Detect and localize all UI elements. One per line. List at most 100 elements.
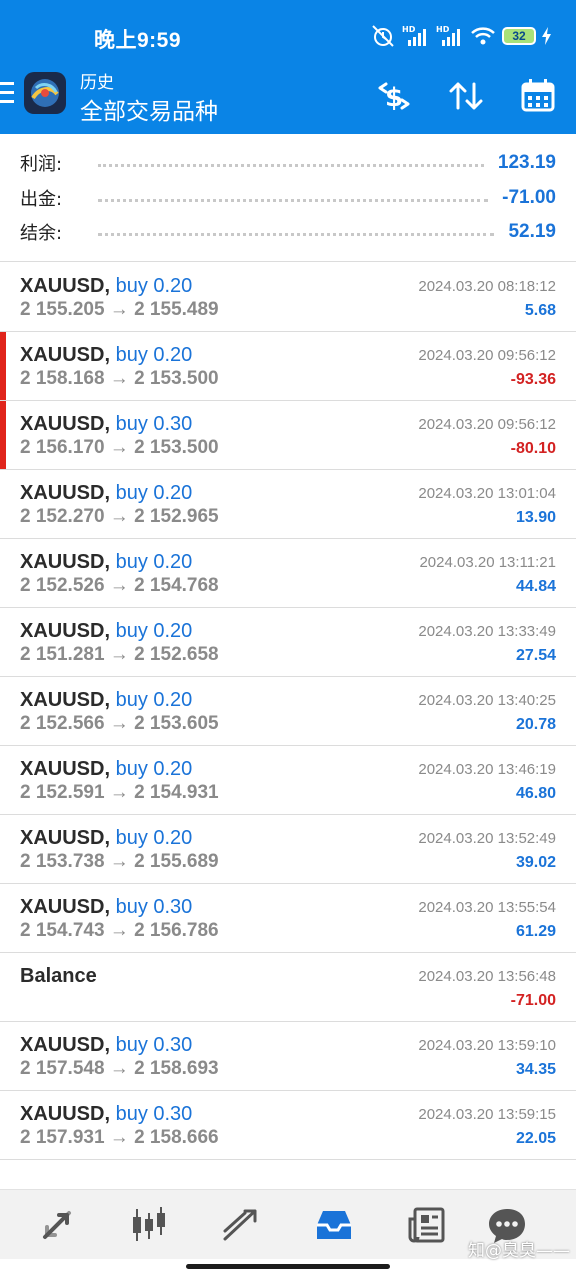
chart-icon[interactable] [126,1202,172,1248]
metatrader-logo-icon [31,79,59,107]
trade-symbol: XAUUSD, [20,482,111,504]
trade-profit: 27.54 [515,647,556,664]
trade-row[interactable]: XAUUSD, buy 0.20 2 152.270 → 2 152.965 202… [0,470,576,539]
trade-datetime: 2024.03.20 13:55:54 [418,899,556,916]
trade-profit: 44.84 [515,578,556,595]
app-logo [24,72,66,114]
summary-panel: 利润: 123.19 出金: -71.00 结余: 52.19 [0,134,576,262]
trade-side: buy 0.20 [115,620,193,642]
svg-text:HD: HD [402,25,416,34]
balance-label: 结余: [20,223,63,244]
trade-prices: 2 155.205 → 2 155.489 [20,299,219,320]
trade-symbol: XAUUSD, [20,1103,111,1125]
trade-row[interactable]: XAUUSD, buy 0.30 2 156.170 → 2 153.500 202… [0,401,576,470]
trade-datetime: 2024.03.20 13:33:49 [418,623,556,640]
trade-row[interactable]: XAUUSD, buy 0.20 2 158.168 → 2 153.500 202… [0,332,576,401]
dotted-leader [98,232,495,236]
trade-prices: 2 157.931 → 2 158.666 [20,1127,219,1148]
trade-profit: 13.90 [515,509,556,526]
dotted-leader [98,198,489,202]
trade-profit: 46.80 [515,785,556,802]
trade-prices: 2 157.548 → 2 158.693 [20,1058,219,1079]
dotted-leader [98,163,484,167]
trade-row[interactable]: XAUUSD, buy 0.30 2 157.548 → 2 158.693 202… [0,1022,576,1091]
watermark: 知@臭臭—— [468,1241,570,1261]
trade-icon[interactable] [218,1202,264,1248]
profit-value: 123.19 [497,152,556,173]
signal-hd-icon-2: HD [436,25,460,46]
trade-row[interactable]: XAUUSD, buy 0.20 2 153.738 → 2 155.689 202… [0,815,576,884]
trade-prices: 2 156.170 → 2 153.500 [20,437,219,458]
trade-symbol: XAUUSD, [20,551,111,573]
trade-profit: 22.05 [515,1130,556,1147]
trade-profit: -80.10 [510,440,556,457]
trade-datetime: 2024.03.20 13:40:25 [418,692,556,709]
history-icon[interactable] [311,1202,357,1248]
withdrawal-label: 出金: [20,189,63,210]
trade-row[interactable]: XAUUSD, buy 0.20 2 155.205 → 2 155.489 202… [0,263,576,332]
news-icon[interactable] [404,1202,450,1248]
trade-side: buy 0.30 [115,896,193,918]
trade-side: buy 0.20 [115,344,193,366]
trade-side: buy 0.30 [115,1103,193,1125]
svg-text:HD: HD [436,25,450,34]
trade-profit: 5.68 [524,302,556,319]
app-bar: 历史 全部交易品种 $ [0,62,576,134]
trade-datetime: 2024.03.20 13:56:48 [418,968,556,985]
trade-prices: 2 158.168 → 2 153.500 [20,368,219,389]
trade-profit: 39.02 [515,854,556,871]
trade-datetime: 2024.03.20 13:52:49 [418,830,556,847]
calendar-icon[interactable] [518,76,558,116]
status-icons: HD HD 32 [370,22,552,50]
trade-profit: -93.36 [510,371,556,388]
trade-symbol: XAUUSD, [20,1034,111,1056]
wifi-icon [471,27,495,45]
status-bar: 晚上9:59 HD HD 32 [0,0,576,62]
trade-profit: 34.35 [515,1061,556,1078]
trade-prices: 2 151.281 → 2 152.658 [20,644,219,665]
trade-symbol: XAUUSD, [20,620,111,642]
deposit-filter-icon[interactable]: $ [374,76,414,116]
profit-row: 利润: 123.19 [20,148,556,178]
trade-symbol: XAUUSD, [20,344,111,366]
trade-row[interactable]: XAUUSD, buy 0.30 2 157.931 → 2 158.666 202… [0,1091,576,1160]
trade-row[interactable]: XAUUSD, buy 0.20 2 152.526 → 2 154.768 202… [0,539,576,608]
trade-profit: 61.29 [515,923,556,940]
trade-row[interactable]: XAUUSD, buy 0.30 2 154.743 → 2 156.786 202… [0,884,576,953]
loss-marker [0,332,6,400]
trade-datetime: 2024.03.20 13:11:21 [419,554,556,571]
trade-symbol: XAUUSD, [20,689,111,711]
trade-side: buy 0.20 [115,827,193,849]
symbol-filter[interactable]: 全部交易品种 [80,92,218,126]
home-indicator[interactable] [186,1264,390,1269]
trade-side: buy 0.30 [115,413,193,435]
signal-hd-icon: HD [402,25,426,46]
battery-level: 32 [512,29,526,43]
trade-side: buy 0.20 [115,758,193,780]
trade-side: buy 0.30 [115,1034,193,1056]
trade-row[interactable]: XAUUSD, buy 0.20 2 151.281 → 2 152.658 202… [0,608,576,677]
svg-text:$: $ [385,83,403,113]
quotes-icon[interactable] [34,1202,80,1248]
status-time: 晚上9:59 [94,29,182,52]
profit-label: 利润: [20,154,63,175]
trade-side: buy 0.20 [115,482,193,504]
trade-symbol: XAUUSD, [20,413,111,435]
trade-side: buy 0.20 [115,275,193,297]
trade-profit: 20.78 [515,716,556,733]
loss-marker [0,401,6,469]
trade-datetime: 2024.03.20 13:59:10 [418,1037,556,1054]
balance-operation-row[interactable]: Balance 2024.03.20 13:56:48 -71.00 [0,953,576,1022]
trade-prices: 2 152.270 → 2 152.965 [20,506,219,527]
trade-prices: 2 154.743 → 2 156.786 [20,920,219,941]
trade-symbol: XAUUSD, [20,758,111,780]
trade-row[interactable]: XAUUSD, buy 0.20 2 152.591 → 2 154.931 202… [0,746,576,815]
operation-label: Balance [20,965,97,987]
sort-icon[interactable] [446,76,486,116]
trade-symbol: XAUUSD, [20,275,111,297]
balance-row: 结余: 52.19 [20,217,556,247]
trade-row[interactable]: XAUUSD, buy 0.20 2 152.566 → 2 153.605 202… [0,677,576,746]
menu-icon[interactable] [0,82,16,112]
alarm-off-icon [372,25,394,47]
trade-prices: 2 152.526 → 2 154.768 [20,575,219,596]
